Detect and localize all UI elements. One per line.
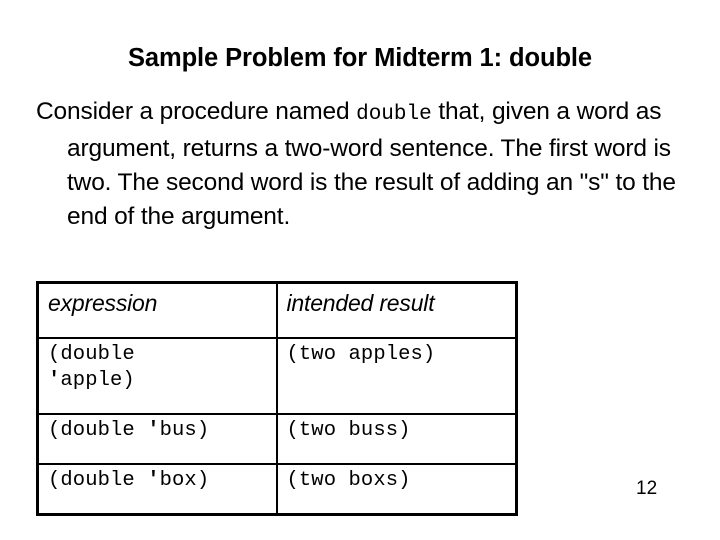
column-header-intended-result: intended result <box>275 281 518 339</box>
table-row: (double 'bus) (two buss) <box>36 413 518 465</box>
column-header-expression: expression <box>36 281 278 339</box>
table-row: (double 'box) (two boxs) <box>36 463 518 516</box>
body-text-part1: Consider a procedure named <box>36 98 357 125</box>
expression-result-table: expression intended result (double'apple… <box>36 281 518 516</box>
page-number: 12 <box>636 478 658 499</box>
quote-apostrophe: ' <box>147 469 160 492</box>
expression-line-2: bus) <box>159 419 210 442</box>
cell-expression: (double 'box) <box>36 463 278 516</box>
body-paragraph: Consider a procedure named double that, … <box>36 95 719 234</box>
quote-apostrophe: ' <box>147 419 160 442</box>
cell-intended-result: (two buss) <box>275 413 518 465</box>
expression-line-1: (double <box>48 469 148 492</box>
expression-line-1: (double <box>48 343 135 366</box>
inline-code-double: double <box>356 103 432 126</box>
table-header-row: expression intended result <box>36 281 518 339</box>
cell-intended-result: (two apples) <box>275 337 518 415</box>
expression-line-2: box) <box>159 469 210 492</box>
expression-line-2: apple) <box>60 369 135 392</box>
quote-apostrophe: ' <box>48 369 61 392</box>
table-row: (double 'apple) (two apples) <box>36 337 518 415</box>
cell-intended-result: (two boxs) <box>275 463 518 516</box>
slide-canvas: Sample Problem for Midterm 1: double Con… <box>0 0 720 540</box>
page-title: Sample Problem for Midterm 1: double <box>128 44 592 72</box>
cell-expression: (double 'bus) <box>36 413 278 465</box>
expression-line-1: (double <box>48 419 148 442</box>
cell-expression: (double 'apple) <box>36 337 278 415</box>
